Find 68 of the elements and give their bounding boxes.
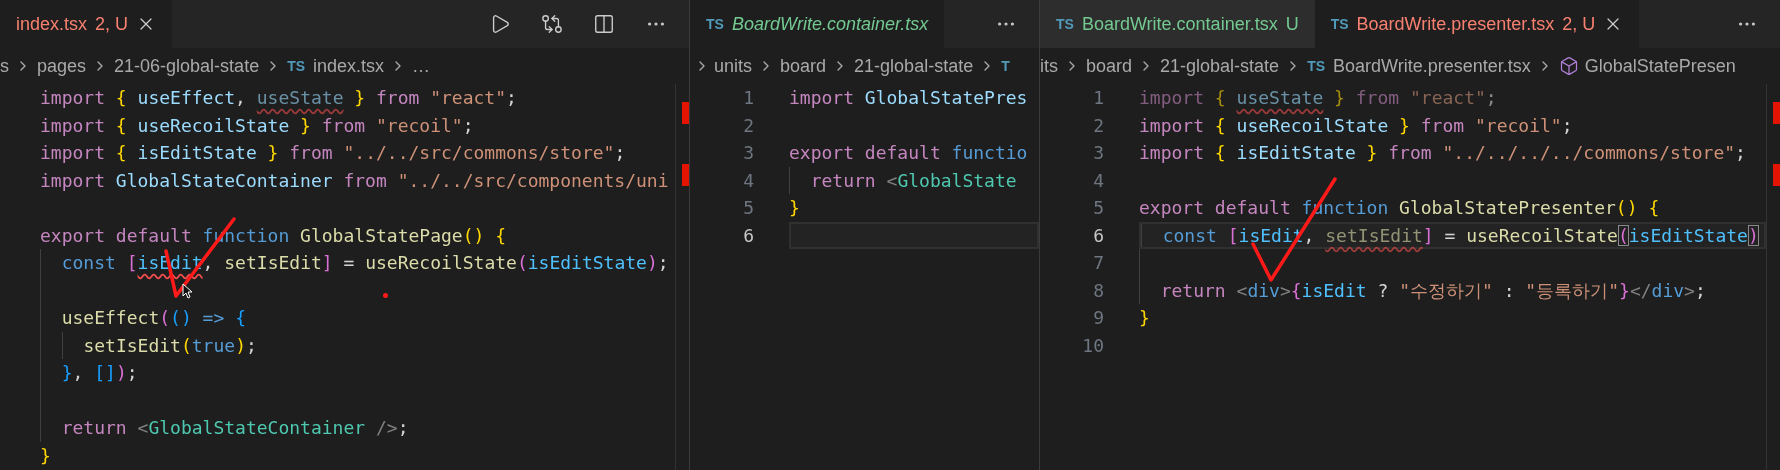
editor-tab[interactable]: index.tsx 2, U xyxy=(0,0,173,48)
line-number: 4 xyxy=(1092,168,1105,193)
breadcrumb-item[interactable]: units xyxy=(714,52,753,80)
tab-status: 2, U xyxy=(1562,12,1596,36)
line-number: 1 xyxy=(742,86,755,111)
line-number: 2 xyxy=(1092,113,1105,138)
code-line: return <GlobalStateContainer />; xyxy=(61,416,409,441)
breadcrumb-item[interactable]: 21-06-global-state xyxy=(114,52,260,80)
typescript-file-icon: TS xyxy=(287,55,306,77)
typescript-file-icon: TS xyxy=(1056,13,1074,35)
code-line: }, []); xyxy=(61,361,138,386)
breadcrumb-item[interactable]: index.tsx xyxy=(313,52,385,80)
ink-dot-mark xyxy=(383,293,388,298)
split-editor-icon[interactable] xyxy=(593,13,615,35)
code-line: import { useRecoilState } from "recoil"; xyxy=(40,113,474,138)
line-number: 3 xyxy=(1092,141,1105,166)
line-number: 6 xyxy=(742,223,755,248)
tab-label: BoardWrite.container.tsx xyxy=(1081,12,1278,36)
code-line: } xyxy=(1139,306,1150,331)
line-number: 3 xyxy=(742,141,755,166)
breadcrumb-item[interactable]: pages xyxy=(37,52,87,80)
typescript-file-icon: TS xyxy=(706,13,724,35)
code-line: return <div>{isEdit ? "수정하기" : "등록하기"}</div>; xyxy=(1160,278,1706,303)
tab-label: index.tsx xyxy=(16,12,88,36)
breadcrumb-item[interactable]: board xyxy=(1086,52,1133,80)
breadcrumb-item[interactable]: BoardWrite.presenter.tsx xyxy=(1333,52,1531,80)
line-number: 8 xyxy=(1092,278,1105,303)
code-line: import { useEffect, useState } from "react"; xyxy=(40,86,517,111)
editor-tab[interactable]: TS BoardWrite.container.tsx xyxy=(690,0,945,48)
line-number: 7 xyxy=(1092,251,1105,276)
breadcrumb-item[interactable]: board xyxy=(780,52,827,80)
tab-label: BoardWrite.container.tsx xyxy=(731,12,929,36)
typescript-file-icon: TS xyxy=(1330,13,1349,35)
line-number: 9 xyxy=(1092,306,1105,331)
line-number: 5 xyxy=(1092,196,1105,221)
line-number: 10 xyxy=(1081,333,1105,358)
line-number: 6 xyxy=(1092,223,1105,248)
code-line: import { useState } from "react"; xyxy=(1139,86,1497,111)
mouse-cursor-icon xyxy=(182,283,194,299)
line-number: 2 xyxy=(742,113,755,138)
line-number: 4 xyxy=(742,168,755,193)
code-line: } xyxy=(789,196,800,221)
tab-status: 2, U xyxy=(95,12,129,36)
typescript-file-icon: TS xyxy=(1307,55,1325,77)
code-line: import { useRecoilState } from "recoil"; xyxy=(1139,113,1573,138)
compare-icon[interactable] xyxy=(541,13,563,35)
code-line: export default functio xyxy=(789,141,1028,166)
editor-tab[interactable]: TS BoardWrite.presenter.tsx 2, U xyxy=(1314,0,1640,48)
tab-label: BoardWrite.presenter.tsx xyxy=(1356,12,1555,36)
typescript-file-icon: T xyxy=(1001,55,1010,77)
code-line: return <GlobalState xyxy=(810,168,1017,193)
breadcrumb-item[interactable]: … xyxy=(412,52,431,80)
breadcrumb-item[interactable]: 21-global-state xyxy=(854,52,974,80)
code-line: import GlobalStatePres xyxy=(789,86,1028,111)
code-line: import { isEditState } from "../../src/commons/store"; xyxy=(40,141,626,166)
breadcrumb-item[interactable]: s xyxy=(0,52,9,80)
breadcrumb-item[interactable]: 21-global-state xyxy=(1160,52,1280,80)
editor-tab[interactable]: TS BoardWrite.container.tsx U xyxy=(1040,0,1315,48)
tab-status: U xyxy=(1285,12,1299,36)
line-number: 5 xyxy=(742,196,755,221)
breadcrumb-item[interactable]: GlobalStatePresen xyxy=(1584,52,1736,80)
code-line: import GlobalStateContainer from "../../src/components/uni xyxy=(40,168,669,193)
breadcrumb-item[interactable]: its xyxy=(1040,52,1058,80)
code-line: } xyxy=(40,443,51,468)
code-line: setIsEdit(true); xyxy=(83,333,257,358)
code-line: useEffect(() => { xyxy=(61,306,246,331)
line-number: 1 xyxy=(1092,86,1105,111)
code-line: import { isEditState } from "../../../../commons/store"; xyxy=(1139,141,1746,166)
